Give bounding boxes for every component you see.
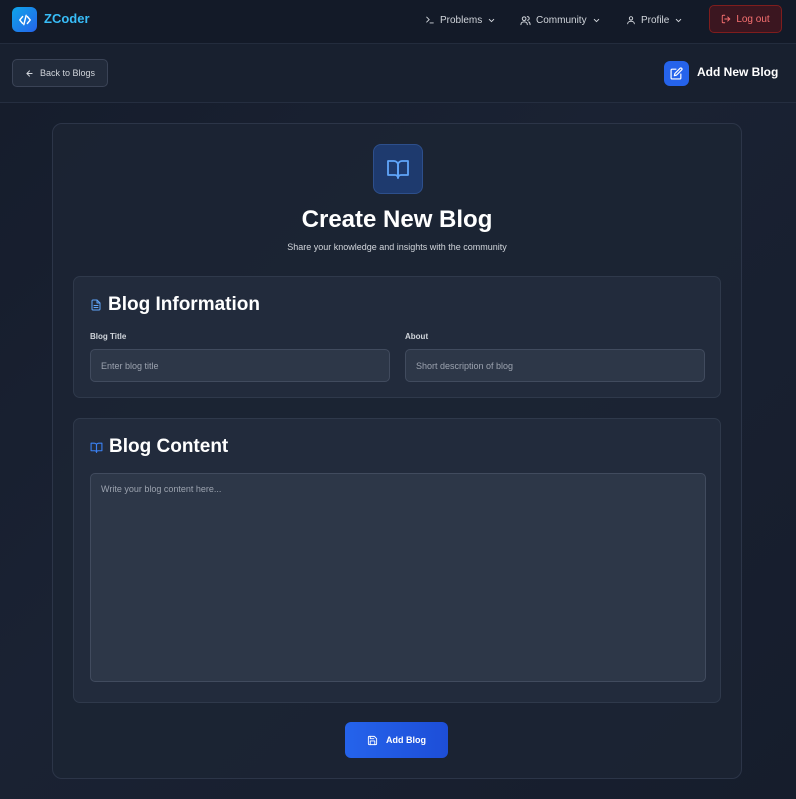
- blog-information-section: Blog Information Blog Title About: [73, 276, 721, 398]
- nav-profile-label: Profile: [641, 14, 670, 26]
- logout-button[interactable]: Log out: [709, 5, 782, 33]
- blog-information-heading: Blog Information: [90, 294, 260, 316]
- chevron-down-icon: [676, 18, 682, 22]
- add-blog-button[interactable]: Add Blog: [345, 722, 448, 758]
- file-text-icon: [91, 299, 101, 311]
- blog-content-section: Blog Content: [73, 418, 721, 703]
- create-blog-subtitle: Share your knowledge and insights with t…: [287, 242, 507, 252]
- chevron-down-icon: [593, 18, 599, 22]
- blog-content-title: Blog Content: [109, 436, 229, 457]
- back-to-blogs-label: Back to Blogs: [39, 68, 96, 78]
- page-title: Add New Blog: [697, 65, 779, 79]
- user-icon: [627, 16, 635, 25]
- create-blog-card: Create New Blog Share your knowledge and…: [52, 123, 742, 779]
- book-open-icon: [373, 144, 423, 194]
- book-open-icon: [90, 442, 103, 453]
- blog-content-heading: Blog Content: [90, 436, 228, 458]
- code-logo-icon[interactable]: [12, 7, 37, 32]
- blog-information-title: Blog Information: [108, 294, 260, 315]
- arrow-left-icon: [26, 69, 33, 77]
- about-input[interactable]: [405, 349, 705, 382]
- users-icon: [520, 15, 531, 25]
- edit-icon: [664, 61, 689, 86]
- blog-title-label: Blog Title: [90, 332, 127, 341]
- blog-content-textarea[interactable]: [90, 473, 706, 682]
- blog-title-input[interactable]: [90, 349, 390, 382]
- logout-icon: [722, 14, 731, 24]
- back-to-blogs-button[interactable]: Back to Blogs: [12, 59, 108, 87]
- nav-problems[interactable]: Problems: [425, 13, 496, 27]
- logout-label: Log out: [736, 13, 770, 25]
- page-header: Back to Blogs Add New Blog: [0, 44, 796, 103]
- nav-community-label: Community: [536, 14, 587, 26]
- terminal-icon: [426, 16, 434, 24]
- nav-profile[interactable]: Profile: [626, 13, 683, 27]
- about-label: About: [405, 332, 429, 341]
- nav-problems-label: Problems: [440, 14, 483, 26]
- chevron-down-icon: [489, 18, 495, 22]
- create-blog-heading: Create New Blog: [301, 206, 493, 233]
- add-blog-label: Add Blog: [386, 735, 426, 745]
- app-name[interactable]: ZCoder: [44, 11, 90, 26]
- save-icon: [367, 735, 378, 745]
- top-navbar: ZCoder Problems Community Profile Log ou…: [0, 0, 796, 44]
- nav-community[interactable]: Community: [520, 13, 601, 27]
